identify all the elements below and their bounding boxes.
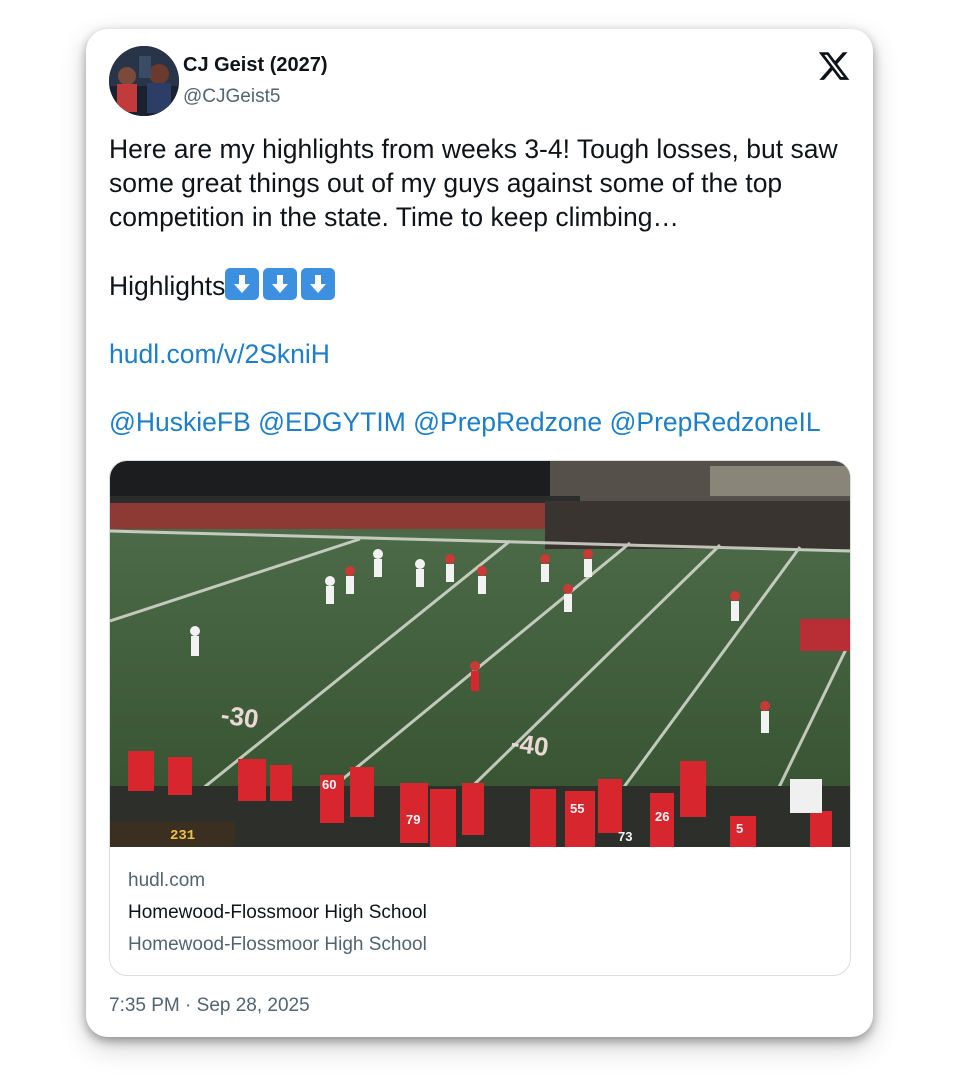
scoreboard-digits: 231	[170, 828, 195, 844]
svg-text:26: 26	[655, 809, 669, 824]
mention-prepredzoneil[interactable]: @PrepRedzoneIL	[610, 407, 821, 437]
video-thumbnail[interactable]: -30 -40 607955 73265 231	[110, 461, 850, 847]
author-handle[interactable]: @CJGeist5	[183, 86, 280, 108]
link-card-domain: hudl.com	[128, 870, 206, 891]
tweet-card: CJ Geist (2027) @CJGeist5 Here are my hi…	[86, 29, 873, 1037]
svg-text:60: 60	[322, 777, 336, 792]
svg-text:55: 55	[570, 801, 584, 816]
svg-text:-40: -40	[509, 727, 550, 762]
link-card-title: Homewood-Flossmoor High School	[128, 902, 427, 923]
mentions-line: @HuskieFB @EDGYTIM @PrepRedzone @PrepRed…	[109, 405, 854, 439]
tweet-text: Here are my highlights from weeks 3-4! T…	[109, 132, 854, 439]
mention-prepredzone[interactable]: @PrepRedzone	[413, 407, 602, 437]
mention-huskiefb[interactable]: @HuskieFB	[109, 407, 251, 437]
link-card-description: Homewood-Flossmoor High School	[128, 934, 427, 955]
svg-text:79: 79	[406, 812, 420, 827]
svg-text:73: 73	[618, 829, 632, 844]
svg-text:-30: -30	[219, 699, 260, 734]
author-name[interactable]: CJ Geist (2027)	[183, 54, 328, 77]
down-arrow-icon	[263, 268, 298, 300]
down-arrow-icon	[301, 268, 336, 300]
tweet-link[interactable]: hudl.com/v/2SkniH	[109, 339, 330, 369]
link-preview-card[interactable]: -30 -40 60 79 55 73 26 5 231 hudl.com Ho…	[109, 460, 851, 976]
avatar-photo	[109, 46, 179, 116]
tweet-paragraph: Here are my highlights from weeks 3-4! T…	[109, 134, 838, 232]
avatar[interactable]	[109, 46, 179, 116]
x-logo-icon[interactable]	[817, 49, 851, 83]
down-arrow-icon	[225, 268, 260, 300]
svg-text:5: 5	[736, 821, 743, 836]
highlights-line: Highlights	[109, 268, 854, 303]
highlights-label: Highlights	[109, 271, 226, 301]
tweet-timestamp[interactable]: 7:35 PM · Sep 28, 2025	[109, 995, 310, 1017]
mention-edgytim[interactable]: @EDGYTIM	[258, 407, 406, 437]
